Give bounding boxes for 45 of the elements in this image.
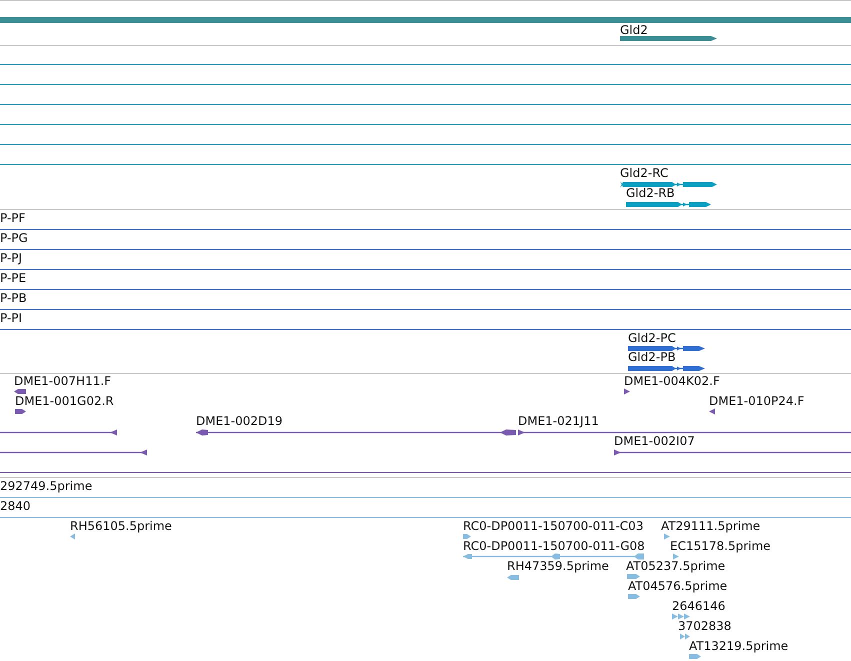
est-marker — [70, 533, 75, 540]
feature-label: P-PF — [0, 211, 26, 225]
est-marker — [463, 533, 471, 540]
feature-label: P-PG — [0, 231, 28, 245]
feature-label: 2646146 — [672, 599, 726, 613]
feature-label: DME1-002I07 — [614, 434, 695, 448]
feature-label: AT04576.5prime — [628, 579, 728, 593]
est-marker — [507, 574, 519, 581]
clone-marker — [15, 408, 26, 415]
est-marker — [680, 633, 690, 640]
feature-label: AT05237.5prime — [626, 559, 726, 573]
est-marker — [689, 653, 701, 660]
feature-label: P-PE — [0, 271, 26, 285]
feature-label: AT13219.5prime — [689, 639, 788, 653]
feature-label: AT29111.5prime — [661, 519, 760, 533]
est-marker — [628, 593, 640, 600]
feature-label: 292749.5prime — [0, 479, 92, 493]
feature-label: Gld2-RB — [626, 186, 675, 200]
feature-label: DME1-004K02.F — [624, 374, 720, 388]
feature-label: 3702838 — [678, 619, 732, 633]
feature-label: RC0-DP0011-150700-011-C03 — [463, 519, 644, 533]
feature-label: Gld2-RC — [620, 166, 668, 180]
feature-label: DME1-007H11.F — [14, 374, 112, 388]
feature-label: 2840 — [0, 499, 31, 513]
clone-marker — [14, 388, 26, 395]
feature-label: DME1-010P24.F — [709, 394, 804, 408]
feature-label: Gld2-PB — [628, 350, 676, 364]
est-marker — [672, 613, 690, 620]
feature-label: P-PB — [0, 291, 27, 305]
feature-label: DME1-001G02.R — [15, 394, 114, 408]
feature-label: Gld2-PC — [628, 331, 676, 345]
feature-label: RC0-DP0011-150700-011-G08 — [463, 539, 645, 553]
est-marker — [673, 553, 679, 560]
clone-marker — [709, 408, 715, 415]
feature-label: RH56105.5prime — [70, 519, 172, 533]
feature-label: DME1-002D19 — [196, 414, 283, 428]
feature-label: RH47359.5prime — [507, 559, 609, 573]
feature-label: P-PJ — [0, 251, 22, 265]
est-marker — [627, 573, 640, 580]
feature-label: P-PI — [0, 311, 22, 325]
clone-marker — [624, 388, 630, 395]
feature-label: Gld2 — [620, 23, 648, 37]
feature-label: DME1-021J11 — [518, 414, 599, 428]
feature-label: EC15178.5prime — [670, 539, 771, 553]
est-marker — [664, 533, 670, 540]
